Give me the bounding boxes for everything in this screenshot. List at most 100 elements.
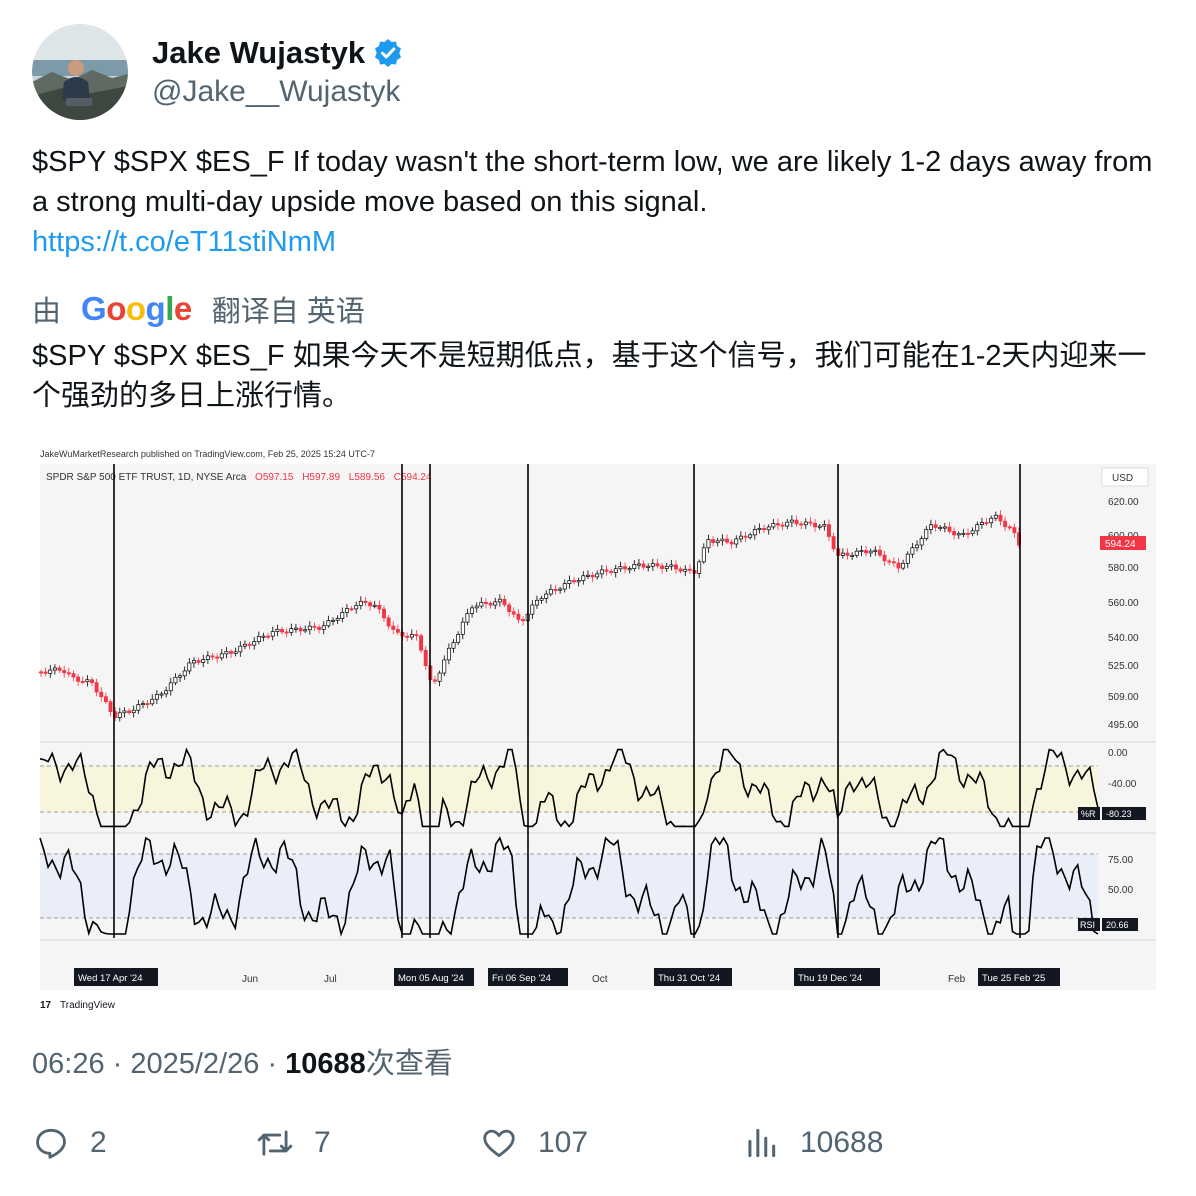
candle-body <box>317 626 322 630</box>
candle-body <box>117 712 122 718</box>
candle-body <box>938 527 943 529</box>
candle-body <box>1012 527 1017 534</box>
candle-body <box>979 522 984 525</box>
candle-body <box>572 580 576 583</box>
candle-body <box>219 653 224 659</box>
candle-body <box>553 589 558 591</box>
candle-body <box>280 629 284 633</box>
candle-body <box>474 605 479 609</box>
publisher-line: JakeWuMarketResearch published on Tradin… <box>40 449 375 459</box>
candle-body <box>966 532 970 535</box>
candle-body <box>488 602 493 606</box>
avatar[interactable] <box>32 24 128 120</box>
candle-body <box>80 681 85 683</box>
candle-body <box>205 655 210 660</box>
like-count: 107 <box>538 1126 589 1159</box>
price-tick: 560.00 <box>1108 598 1139 609</box>
user-handle[interactable]: @Jake__Wujastyk <box>152 75 403 109</box>
tweet-date[interactable]: 2025/2/26 <box>130 1048 259 1080</box>
like-button[interactable]: 107 <box>480 1124 588 1162</box>
rsi-value: 20.66 <box>1106 920 1129 930</box>
tweet-time[interactable]: 06:26 <box>32 1048 105 1080</box>
candle-body <box>840 552 845 556</box>
candle-body <box>952 531 957 536</box>
candle-body <box>859 550 864 553</box>
candle-body <box>331 619 335 622</box>
candle-body <box>372 604 377 607</box>
candle-body <box>567 580 572 584</box>
candle-body <box>683 568 688 572</box>
candle-body <box>349 608 354 611</box>
rsi-band <box>40 854 1098 918</box>
candle-body <box>831 536 836 550</box>
candle-body <box>701 547 706 563</box>
candle-body <box>173 676 178 684</box>
candle-body <box>1003 520 1008 528</box>
candle-body <box>706 539 711 549</box>
reply-button[interactable]: 2 <box>32 1124 107 1162</box>
rsi-label: RSI <box>1080 920 1095 930</box>
candle-body <box>71 673 76 678</box>
user-info: Jake Wujastyk @Jake__Wujastyk <box>152 35 403 109</box>
candle-body <box>344 608 349 613</box>
candle-body <box>52 667 57 671</box>
candle-body <box>150 698 155 705</box>
signal-date-label: Wed 17 Apr '24 <box>78 973 143 984</box>
display-name[interactable]: Jake Wujastyk <box>152 35 365 71</box>
candle-body <box>43 671 48 674</box>
candle-body <box>725 538 729 543</box>
candle-body <box>548 589 553 595</box>
candle-body <box>766 526 771 531</box>
candle-body <box>354 605 359 610</box>
currency-label: USD <box>1112 473 1133 484</box>
candle-body <box>85 679 90 682</box>
signal-date-label: Thu 31 Oct '24 <box>658 973 720 984</box>
tweet-link[interactable]: https://t.co/eT11stiNmM <box>32 222 1162 262</box>
candle-body <box>687 568 692 571</box>
candle-body <box>975 524 980 532</box>
candle-body <box>636 563 641 566</box>
candle-body <box>511 611 516 615</box>
analytics-icon <box>748 1128 776 1158</box>
candle-body <box>646 565 651 568</box>
candle-body <box>530 604 535 615</box>
chart-image[interactable]: JakeWuMarketResearch published on Tradin… <box>32 440 1162 1018</box>
candle-body <box>307 625 312 631</box>
price-tick: 540.00 <box>1108 633 1139 644</box>
candle-body <box>238 645 243 653</box>
translate-prefix: 由 <box>32 296 62 328</box>
svg-text:17: 17 <box>40 1000 52 1011</box>
candle-body <box>182 670 187 677</box>
candle-body <box>697 561 702 574</box>
candle-body <box>460 621 465 635</box>
candle-body <box>159 693 164 696</box>
candle-body <box>711 539 716 543</box>
candle-body <box>335 618 340 621</box>
candle-body <box>363 600 368 603</box>
candle-body <box>576 580 581 583</box>
candle-body <box>293 627 298 630</box>
translate-suffix: 翻译自 英语 <box>211 296 365 328</box>
candle-body <box>164 690 169 695</box>
retweet-icon <box>257 1130 293 1156</box>
candle-body <box>623 566 627 570</box>
candle-body <box>451 642 456 649</box>
candle-body <box>465 613 470 623</box>
candle-body <box>599 569 604 575</box>
retweet-button[interactable]: 7 <box>256 1124 331 1162</box>
views-button[interactable]: 10688 <box>742 1124 883 1162</box>
candle-body <box>145 703 150 706</box>
candle-body <box>558 588 563 591</box>
last-price-value: 594.24 <box>1105 539 1136 550</box>
candle-body <box>544 593 549 599</box>
candle-body <box>289 628 294 633</box>
candle-body <box>947 526 952 532</box>
candle-body <box>127 710 132 714</box>
candle-body <box>984 522 989 525</box>
candle-body <box>752 529 757 536</box>
candle-body <box>275 629 280 632</box>
candle-body <box>873 549 878 552</box>
candle-body <box>877 549 882 556</box>
candle-body <box>256 636 261 642</box>
candle-body <box>103 696 108 703</box>
